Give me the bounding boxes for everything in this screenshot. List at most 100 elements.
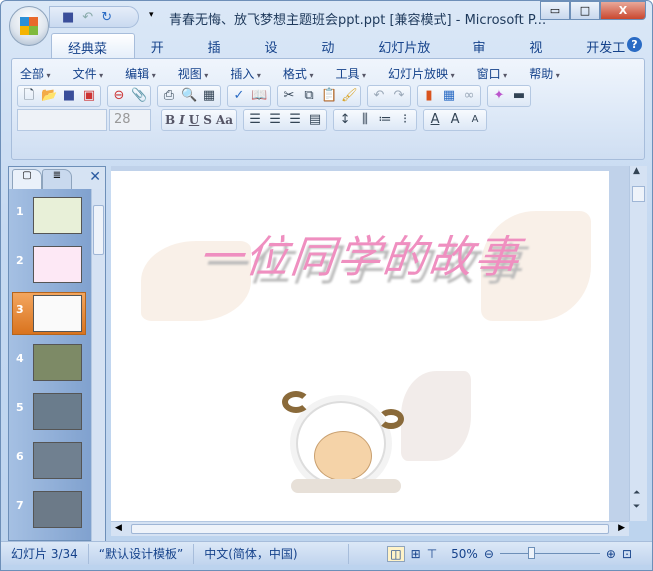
menu-slideshow[interactable]: 幻灯片放映	[388, 65, 455, 82]
redo-icon[interactable]: ↷	[391, 88, 407, 104]
menu-tools[interactable]: 工具	[335, 65, 366, 82]
tab-design[interactable]: 设计	[249, 33, 306, 75]
slide-thumbnail[interactable]	[33, 197, 82, 234]
slide-thumbnail[interactable]	[33, 393, 82, 430]
slideshow-view-icon[interactable]: ⊤	[427, 547, 437, 561]
thumbnail-scrollbar[interactable]	[91, 189, 105, 541]
tab-animation[interactable]: 动画	[305, 33, 362, 75]
office-button[interactable]	[9, 6, 49, 46]
font-name-select[interactable]	[17, 109, 107, 131]
maximize-button[interactable]: □	[570, 1, 600, 20]
menu-window[interactable]: 窗口	[477, 65, 508, 82]
save-icon[interactable]: ■	[61, 88, 77, 104]
underline-button[interactable]: U	[189, 113, 199, 127]
slide-title[interactable]: 一位同学的故事	[196, 221, 525, 285]
slide-thumbnail[interactable]	[33, 295, 82, 332]
align-right-icon[interactable]: ☰	[287, 112, 303, 128]
slides-tab[interactable]: ▢	[12, 169, 42, 189]
menu-view[interactable]: 视图	[178, 65, 209, 82]
bold-button[interactable]: B	[165, 113, 175, 127]
text-direction-icon[interactable]: ⫼	[357, 112, 373, 128]
undo-icon[interactable]: ↶	[82, 10, 93, 25]
save-icon[interactable]: ■	[62, 10, 74, 25]
redo-icon[interactable]: ↻	[101, 10, 112, 25]
spelling-icon[interactable]: ✓	[231, 88, 247, 104]
fill-color-icon[interactable]: ▬	[511, 88, 527, 104]
slide-thumbnail[interactable]	[33, 491, 82, 528]
slide-number: 2	[16, 254, 24, 267]
normal-view-icon[interactable]: ◫	[387, 545, 405, 562]
align-center-icon[interactable]: ☰	[267, 112, 283, 128]
shrink-font-icon[interactable]: A	[467, 112, 483, 128]
language-status[interactable]: 中文(简体，中国)	[194, 543, 350, 564]
shadow-button[interactable]: S	[203, 113, 212, 127]
font-size-select[interactable]: 28	[109, 109, 151, 131]
paste-icon[interactable]: 📋	[321, 88, 337, 104]
zoom-slider[interactable]	[499, 547, 600, 559]
tab-classic-menu[interactable]: 经典菜单	[51, 33, 135, 76]
bullets-icon[interactable]: ⁝	[397, 112, 413, 128]
scrollbar-thumb[interactable]	[93, 205, 104, 255]
research-icon[interactable]: 📖	[251, 88, 267, 104]
menu-edit[interactable]: 编辑	[125, 65, 156, 82]
slide-thumbnail[interactable]	[33, 442, 82, 479]
undo-icon[interactable]: ↶	[371, 88, 387, 104]
customize-qat-icon[interactable]: ▾	[149, 10, 154, 20]
slide-sorter-icon[interactable]: ⊞	[411, 547, 421, 561]
copy-icon[interactable]: ⧉	[301, 88, 317, 104]
current-slide[interactable]: 一位同学的故事	[111, 171, 609, 521]
scrollbar-thumb[interactable]	[131, 524, 609, 534]
menu-all[interactable]: 全部	[20, 65, 51, 82]
outline-tab[interactable]: ≣	[42, 169, 72, 189]
slide-number: 4	[16, 352, 24, 365]
line-spacing-icon[interactable]: ↕	[337, 112, 353, 128]
close-button[interactable]: X	[600, 1, 646, 20]
attach-icon[interactable]: 📎	[131, 88, 147, 104]
open-icon[interactable]: 📂	[41, 88, 57, 104]
menu-help[interactable]: 帮助	[529, 65, 560, 82]
help-icon[interactable]: ?	[627, 37, 642, 52]
slide-vertical-scrollbar[interactable]: ▲ ⏶ ⏷	[629, 166, 647, 521]
tab-view[interactable]: 视图	[513, 33, 570, 75]
frame-icon[interactable]: ▦	[201, 88, 217, 104]
print-preview-icon[interactable]: 🔍	[181, 88, 197, 104]
tab-home[interactable]: 开始	[135, 33, 192, 75]
print-icon[interactable]: ⎙	[161, 88, 177, 104]
zoom-out-icon[interactable]: ⊖	[484, 547, 494, 561]
tab-insert[interactable]: 插入	[192, 33, 249, 75]
scrollbar-thumb[interactable]	[632, 186, 645, 202]
minimize-button[interactable]: ▭	[540, 1, 570, 20]
numbering-icon[interactable]: ≔	[377, 112, 393, 128]
new-icon[interactable]: 🗋	[21, 88, 37, 104]
menu-file[interactable]: 文件	[73, 65, 104, 82]
table-icon[interactable]: ▦	[441, 88, 457, 104]
previous-slide-icon[interactable]: ⏶	[633, 488, 640, 498]
fit-to-window-icon[interactable]: ⊡	[622, 547, 632, 561]
font-color-icon[interactable]: A	[427, 112, 443, 128]
chart-icon[interactable]: ▮	[421, 88, 437, 104]
align-left-icon[interactable]: ☰	[247, 112, 263, 128]
theme-name[interactable]: “默认设计模板”	[89, 543, 195, 564]
tab-review[interactable]: 审阅	[457, 33, 514, 75]
menu-insert[interactable]: 插入	[230, 65, 261, 82]
zoom-in-icon[interactable]: ⊕	[606, 547, 616, 561]
next-slide-icon[interactable]: ⏷	[633, 502, 640, 512]
slide-horizontal-scrollbar[interactable]: ◀ ▶	[111, 521, 629, 536]
change-case-button[interactable]: Aa	[216, 113, 233, 127]
zoom-level[interactable]: 50%	[451, 547, 478, 561]
format-painter-icon[interactable]: 🖌	[341, 88, 358, 104]
grow-font-icon[interactable]: A	[447, 112, 463, 128]
close-pane-icon[interactable]: ✕	[89, 169, 101, 185]
cut-icon[interactable]: ✂	[281, 88, 297, 104]
hyperlink-icon[interactable]: ∞	[461, 88, 477, 104]
slide-thumbnail[interactable]	[33, 246, 82, 283]
slide-number: 6	[16, 450, 24, 463]
tab-slideshow[interactable]: 幻灯片放映	[362, 33, 456, 75]
italic-button[interactable]: I	[179, 113, 185, 127]
slide-thumbnail[interactable]	[33, 344, 82, 381]
styles-icon[interactable]: ✦	[491, 88, 507, 104]
save-as-pdf-icon[interactable]: ▣	[81, 88, 97, 104]
permission-icon[interactable]: ⊖	[111, 88, 127, 104]
justify-icon[interactable]: ▤	[307, 112, 323, 128]
menu-format[interactable]: 格式	[283, 65, 314, 82]
